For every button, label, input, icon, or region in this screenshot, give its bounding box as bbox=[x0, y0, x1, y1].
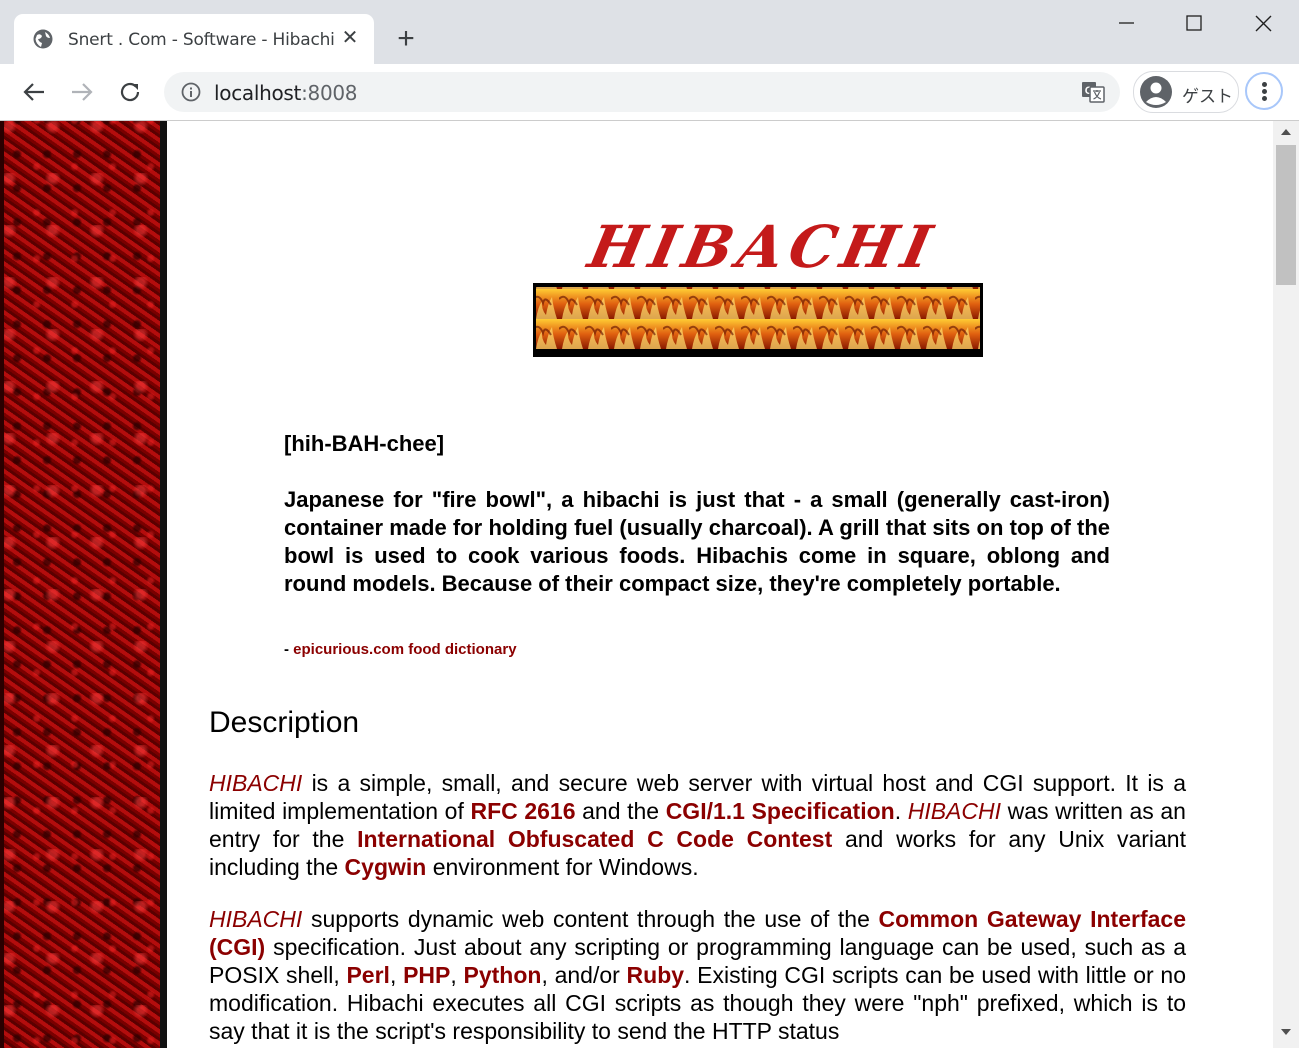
url-port: :8008 bbox=[301, 81, 358, 105]
text: supports dynamic web content through the… bbox=[302, 906, 879, 932]
profile-label: ゲスト bbox=[1182, 87, 1233, 107]
scroll-down-arrow-icon[interactable] bbox=[1281, 1029, 1291, 1035]
ruby-link[interactable]: Ruby bbox=[627, 962, 685, 988]
browser-chrome: Snert . Com - Software - Hibachi ✕ + loc… bbox=[0, 0, 1299, 121]
definition-quote: Japanese for "fire bowl", a hibachi is j… bbox=[284, 487, 1110, 596]
maximize-icon[interactable] bbox=[1174, 8, 1214, 38]
svg-text:HIBACHI: HIBACHI bbox=[581, 213, 943, 281]
close-tab-icon[interactable]: ✕ bbox=[340, 28, 360, 48]
hibachi-logo: HIBACHI bbox=[533, 139, 983, 357]
cgi-spec-link[interactable]: CGI/1.1 Specification bbox=[666, 798, 895, 824]
text: , bbox=[450, 962, 464, 988]
decorative-sidebar bbox=[0, 121, 165, 1048]
translate-icon[interactable]: G bbox=[1081, 80, 1105, 104]
avatar-icon bbox=[1140, 76, 1172, 108]
cygwin-link[interactable]: Cygwin bbox=[345, 854, 427, 880]
perl-link[interactable]: Perl bbox=[346, 962, 389, 988]
hibachi-emphasis: HIBACHI bbox=[907, 798, 1002, 824]
browser-toolbar: localhost:8008 G ゲスト bbox=[0, 64, 1299, 121]
forward-arrow-icon[interactable] bbox=[66, 76, 98, 108]
ioccc-link[interactable]: International Obfuscated C Code Contest bbox=[357, 826, 832, 852]
minimize-icon[interactable] bbox=[1106, 8, 1146, 38]
text: , and/or bbox=[541, 962, 627, 988]
vertical-scrollbar[interactable] bbox=[1273, 121, 1299, 1048]
more-menu-icon[interactable] bbox=[1245, 72, 1283, 110]
new-tab-button[interactable]: + bbox=[392, 24, 420, 54]
description-paragraph-2: HIBACHI supports dynamic web content thr… bbox=[209, 905, 1186, 1045]
hibachi-emphasis: HIBACHI bbox=[209, 906, 303, 932]
description-paragraph-1: HIBACHI is a simple, small, and secure w… bbox=[209, 769, 1186, 881]
globe-icon bbox=[33, 29, 53, 49]
quote-citation: - epicurious.com food dictionary bbox=[284, 641, 517, 658]
info-icon[interactable] bbox=[181, 82, 201, 102]
url-host: localhost bbox=[214, 81, 302, 105]
close-window-icon[interactable] bbox=[1243, 8, 1283, 38]
browser-tab[interactable]: Snert . Com - Software - Hibachi ✕ bbox=[14, 14, 374, 64]
text: . bbox=[894, 798, 908, 824]
page-viewport: HIBACHI [hih-BAH-chee] Japanese for "fir… bbox=[0, 121, 1299, 1048]
description-heading: Description bbox=[209, 706, 360, 739]
address-bar[interactable]: localhost:8008 G bbox=[164, 72, 1120, 112]
tab-title: Snert . Com - Software - Hibachi bbox=[68, 30, 335, 50]
pronunciation: [hih-BAH-chee] bbox=[284, 431, 445, 456]
sidebar-left-edge bbox=[0, 121, 4, 1048]
sidebar-border bbox=[160, 121, 167, 1048]
url-text: localhost:8008 bbox=[214, 81, 358, 105]
scroll-up-arrow-icon[interactable] bbox=[1281, 129, 1291, 135]
epicurious-link[interactable]: epicurious.com food dictionary bbox=[293, 641, 516, 658]
text: , bbox=[389, 962, 404, 988]
cite-prefix: - bbox=[284, 641, 294, 658]
python-link[interactable]: Python bbox=[464, 962, 542, 988]
scrollbar-thumb[interactable] bbox=[1276, 145, 1296, 285]
profile-button[interactable]: ゲスト bbox=[1133, 71, 1239, 113]
rfc2616-link[interactable]: RFC 2616 bbox=[470, 798, 575, 824]
text: environment for Windows. bbox=[426, 854, 699, 880]
back-arrow-icon[interactable] bbox=[18, 76, 50, 108]
hibachi-emphasis: HIBACHI bbox=[209, 770, 303, 796]
text: and the bbox=[575, 798, 666, 824]
tab-strip: Snert . Com - Software - Hibachi ✕ + bbox=[0, 0, 1299, 64]
reload-icon[interactable] bbox=[114, 76, 146, 108]
php-link[interactable]: PHP bbox=[403, 962, 450, 988]
